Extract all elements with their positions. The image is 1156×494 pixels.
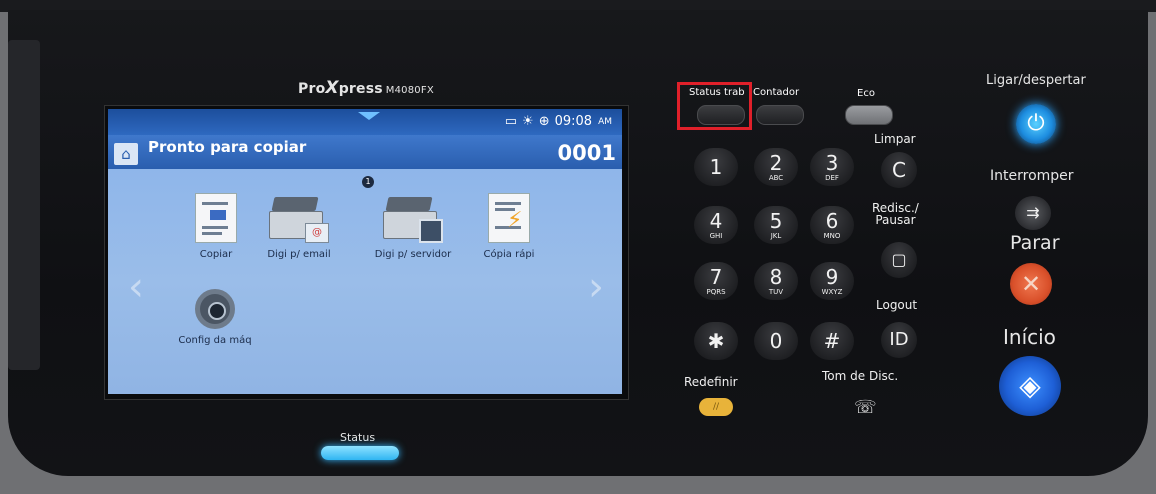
tile-copiar[interactable]: Copiar — [186, 193, 246, 260]
interrupt-button[interactable]: ⇉ — [1015, 196, 1051, 230]
tile-label: Digi p/ email — [267, 249, 331, 260]
start-button[interactable]: ◈ — [999, 356, 1061, 416]
parar-label: Parar — [1010, 232, 1060, 254]
redial-pause-button[interactable]: ▢ — [881, 242, 917, 278]
key-7[interactable]: 7 PQRS — [694, 262, 738, 300]
lcd-status-icons: ▭ ☀ ⊕ 09:08 AM — [505, 114, 612, 129]
home-icon: ⌂ — [121, 145, 131, 163]
tom-disc-label: Tom de Disc. — [822, 369, 899, 383]
power-button[interactable]: ⏻ — [1016, 104, 1056, 144]
interrupt-icon: ⇉ — [1026, 203, 1040, 222]
stop-button[interactable]: ✕ — [1010, 263, 1052, 305]
start-diamond-icon: ◈ — [1019, 369, 1041, 402]
key-0[interactable]: 0 — [754, 322, 798, 360]
key-2[interactable]: 2 ABC — [754, 148, 798, 186]
next-page-arrow-icon[interactable]: › — [588, 267, 604, 307]
tile-label: Cópia rápi — [483, 249, 535, 260]
key-1[interactable]: 1 — [694, 148, 738, 186]
redisc-pausar-label: Redisc./ Pausar — [872, 201, 919, 227]
lcd-title: Pronto para copiar — [148, 138, 307, 156]
brand-x: X — [325, 78, 339, 98]
clear-button[interactable]: C — [881, 152, 917, 188]
page-indicator: 1 — [362, 176, 374, 188]
brand-pro: Pro — [298, 81, 326, 97]
model-label: ProXpress M4080FX — [298, 78, 434, 98]
tray-icon: ▭ — [504, 114, 518, 129]
eco-button[interactable] — [845, 105, 893, 125]
tile-label: Config da máq — [178, 335, 252, 346]
key-9[interactable]: 9 WXYZ — [810, 262, 854, 300]
contador-label: Contador — [753, 87, 800, 98]
lcd-header: ⌂ Pronto para copiar 0001 — [108, 135, 622, 169]
copy-counter: 0001 — [557, 141, 616, 165]
quick-copy-icon: ⚡ — [488, 193, 530, 243]
key-star[interactable]: ✱ — [694, 322, 738, 360]
stop-x-icon: ✕ — [1020, 270, 1042, 298]
globe-icon: ⊕ — [538, 114, 550, 129]
tile-copia-rapida[interactable]: ⚡ Cópia rápi — [476, 193, 542, 260]
model-number: M4080FX — [385, 85, 434, 96]
clock-time: 09:08 — [554, 114, 593, 129]
status-label: Status — [340, 431, 376, 444]
home-button[interactable]: ⌂ — [114, 143, 138, 165]
key-3[interactable]: 3 DEF — [810, 148, 854, 186]
key-5[interactable]: 5 JKL — [754, 206, 798, 244]
brand-press: press — [338, 81, 383, 97]
scan-to-server-icon — [383, 193, 443, 243]
status-trab-highlight — [677, 82, 752, 130]
ligar-despertar-label: Ligar/despertar — [986, 73, 1086, 88]
pull-down-tab-icon[interactable] — [358, 112, 380, 120]
lcd-screen: ▭ ☀ ⊕ 09:08 AM ⌂ Pronto para copiar 0001… — [108, 109, 622, 394]
reset-button[interactable]: // — [699, 398, 733, 416]
machine-settings-gear-icon — [195, 289, 235, 329]
tile-digi-email[interactable]: @ Digi p/ email — [256, 193, 342, 260]
key-4[interactable]: 4 GHI — [694, 206, 738, 244]
tile-digi-servidor[interactable]: Digi p/ servidor — [370, 193, 456, 260]
clock-ampm: AM — [598, 116, 612, 127]
square-icon: ▢ — [891, 250, 907, 269]
sun-icon: ☀ — [522, 114, 534, 129]
prev-page-arrow-icon[interactable]: ‹ — [128, 267, 144, 307]
copy-document-icon — [195, 193, 237, 243]
power-icon: ⏻ — [1027, 111, 1045, 136]
scan-to-email-icon: @ — [269, 193, 329, 243]
tile-label: Copiar — [199, 249, 233, 260]
interromper-label: Interromper — [990, 168, 1074, 184]
limpar-label: Limpar — [874, 132, 916, 146]
id-button[interactable]: ID — [881, 322, 917, 358]
reset-icon: // — [712, 402, 720, 412]
phone-icon[interactable]: ☏ — [854, 397, 877, 418]
redefinir-label: Redefinir — [684, 375, 738, 389]
key-6[interactable]: 6 MNO — [810, 206, 854, 244]
tile-label: Digi p/ servidor — [374, 249, 452, 260]
inicio-label: Início — [1003, 325, 1056, 349]
key-hash[interactable]: # — [810, 322, 854, 360]
eco-label: Eco — [857, 88, 875, 99]
panel-left-edge — [8, 40, 40, 370]
tile-config-maq[interactable]: Config da máq — [170, 289, 260, 346]
printer-control-panel: ProXpress M4080FX ▭ ☀ ⊕ 09:08 AM ⌂ Pronto… — [0, 0, 1156, 494]
contador-button[interactable] — [756, 105, 804, 125]
logout-label: Logout — [876, 298, 918, 312]
status-button[interactable] — [321, 446, 399, 460]
lcd-app-grid: 1 ‹ › Copiar @ Digi p/ email Digi p/ ser… — [108, 169, 622, 394]
lcd-status-bar: ▭ ☀ ⊕ 09:08 AM — [108, 109, 622, 135]
key-8[interactable]: 8 TUV — [754, 262, 798, 300]
